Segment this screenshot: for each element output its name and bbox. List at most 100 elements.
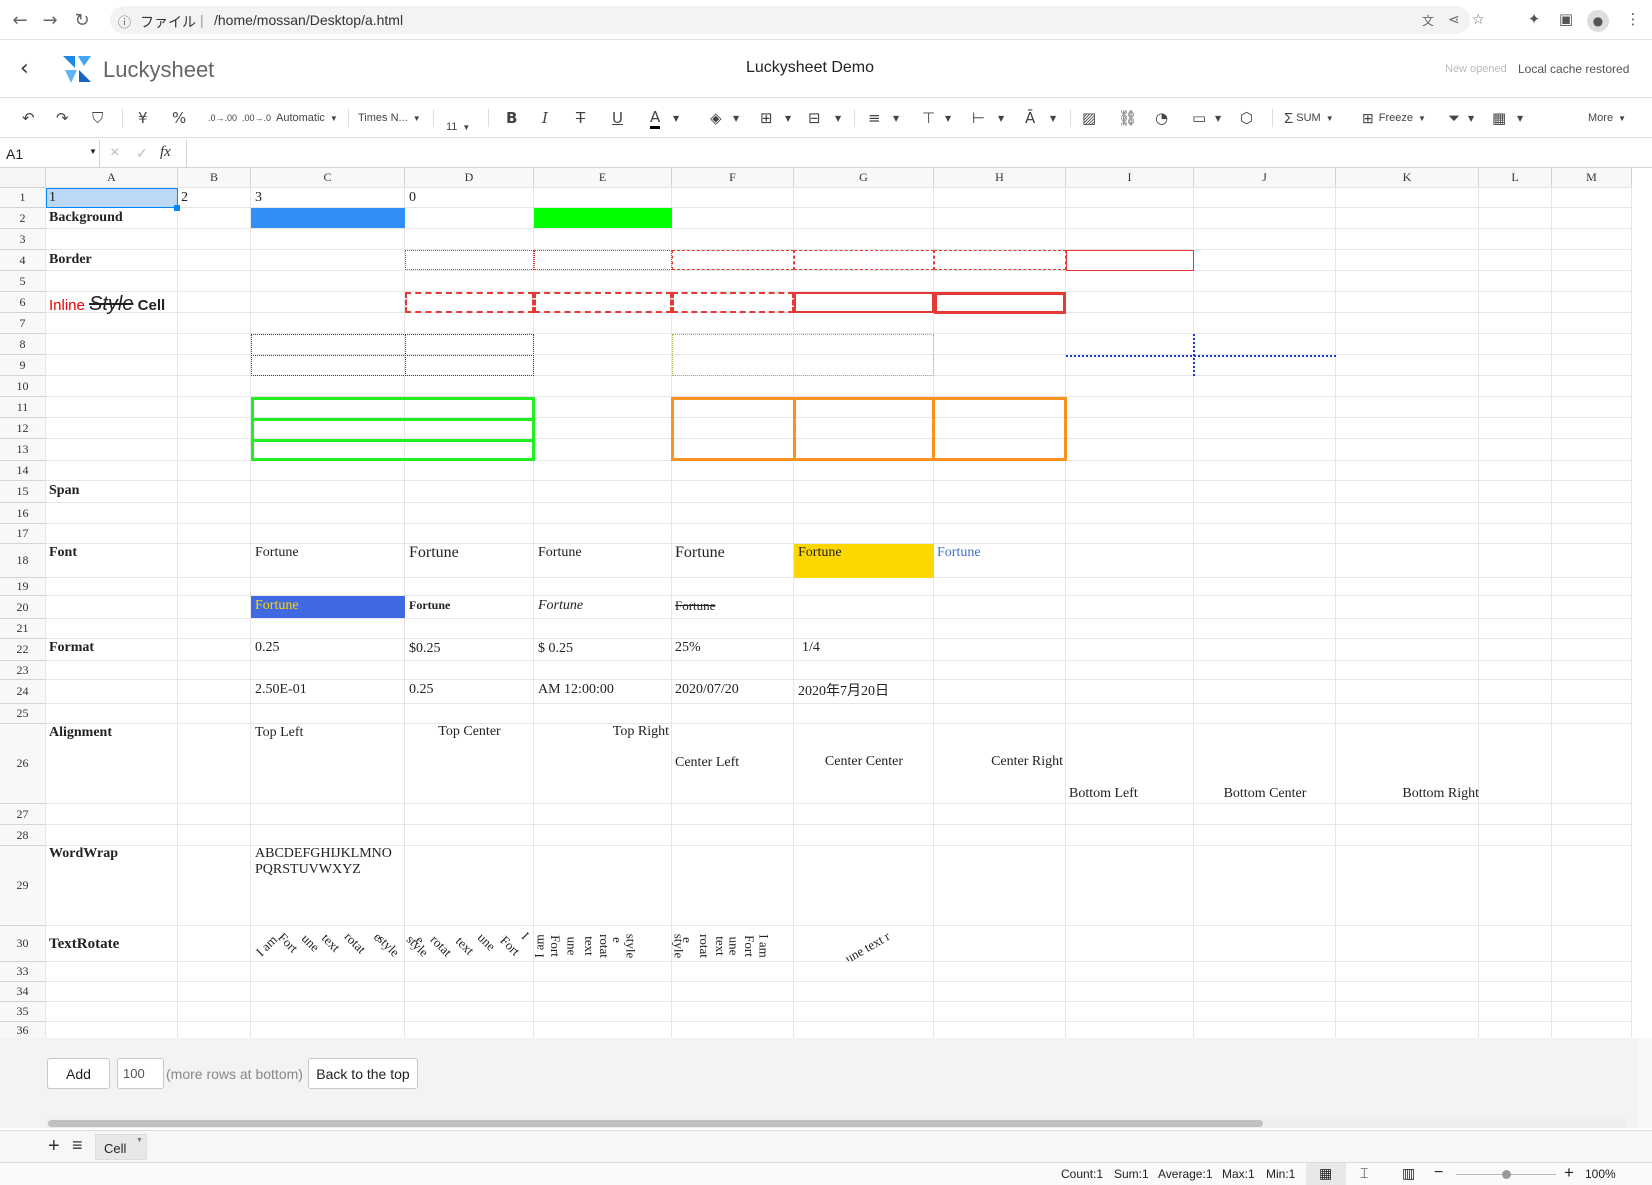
blue-fill-cell[interactable] [251,208,405,228]
row-header-23[interactable]: 23 [0,661,46,680]
chevron-down-icon[interactable]: ▼ [998,107,1004,129]
back-icon[interactable]: ← [8,8,32,32]
col-header-b[interactable]: B [178,168,251,188]
zoom-slider-handle[interactable] [1502,1170,1511,1179]
chevron-down-icon[interactable]: ▼ [1517,107,1523,129]
align-center-left[interactable]: Center Left [675,755,739,771]
strikethrough-icon[interactable]: T [576,107,585,129]
label-font[interactable]: Font [49,545,77,561]
text-rotate-icon[interactable]: Ā [1025,107,1035,129]
rotate-e30[interactable]: I am Fort une text rotat e style [534,927,672,961]
font-e18[interactable]: Fortune [538,545,582,561]
row-header-11[interactable]: 11 [0,397,46,418]
border-dotted[interactable] [405,250,534,270]
col-header-i[interactable]: I [1066,168,1194,188]
screenshot-icon[interactable]: ⬡ [1240,107,1253,129]
col-header-f[interactable]: F [672,168,794,188]
align-center-center[interactable]: Center Center [794,754,934,770]
cancel-icon[interactable]: × [110,144,119,162]
chart-icon[interactable]: ◔ [1155,107,1168,129]
cell-d1[interactable]: 0 [409,190,416,206]
menu-kebab-icon[interactable]: ⋮ [1622,10,1644,32]
back-to-top-button[interactable]: Back to the top [308,1058,418,1089]
border-blue-dash-v[interactable] [1193,334,1195,376]
col-header-a[interactable]: A [46,168,178,188]
number-format-dropdown[interactable]: Automatic ▼ [276,107,338,129]
workbook-title[interactable]: Luckysheet Demo [700,59,920,77]
row-header-34[interactable]: 34 [0,982,46,1002]
filter-icon[interactable]: ⏷ [1448,107,1460,129]
decimal-decrease-icon[interactable]: .00→.0 [242,107,271,129]
row-header-10[interactable]: 10 [0,376,46,397]
redo-icon[interactable]: ↷ [56,107,69,129]
col-header-d[interactable]: D [405,168,534,188]
wrap-line-1[interactable]: ABCDEFGHIJKLMNO [255,846,392,862]
label-alignment[interactable]: Alignment [49,725,112,741]
align-bottom-center[interactable]: Bottom Center [1194,786,1336,802]
col-header-e[interactable]: E [534,168,672,188]
sheet-tab-cell[interactable]: Cell ▼ [95,1134,147,1160]
border-medium-dashed-3[interactable] [672,292,794,313]
chevron-down-icon[interactable]: ▼ [673,107,679,129]
horizontal-scrollbar-thumb[interactable] [48,1120,1263,1127]
cell-c1[interactable]: 3 [255,190,262,206]
freeze-dropdown[interactable]: ⊞ Freeze ▼ [1362,107,1426,129]
conditional-format-icon[interactable]: ▦ [1492,107,1506,129]
col-header-j[interactable]: J [1194,168,1336,188]
page-layout-view-icon[interactable]: ▥ [1402,1165,1415,1182]
row-header-8[interactable]: 8 [0,334,46,355]
align-center-right[interactable]: Center Right [934,754,1063,770]
chevron-down-icon[interactable]: ▼ [733,107,739,129]
border-blue-dash-h[interactable] [1066,355,1336,357]
chevron-down-icon[interactable]: ▼ [893,107,899,129]
text-wrap-icon[interactable]: ⊢ [972,107,985,129]
font-f18[interactable]: Fortune [675,545,725,561]
row-header-28[interactable]: 28 [0,825,46,846]
info-icon[interactable]: ⓘ [118,12,131,31]
row-header-33[interactable]: 33 [0,962,46,982]
decimal-increase-icon[interactable]: .0→.00 [208,107,237,129]
row-header-25[interactable]: 25 [0,704,46,724]
formula-input[interactable] [188,142,1648,165]
row-header-13[interactable]: 13 [0,439,46,461]
font-g18[interactable]: Fortune [798,545,842,561]
extensions-icon[interactable]: ✦ [1523,10,1545,32]
undo-icon[interactable]: ↶ [22,107,35,129]
label-background[interactable]: Background [49,210,123,226]
row-header-4[interactable]: 4 [0,250,46,271]
row-header-6[interactable]: 6 [0,292,46,313]
border-olive-dotted[interactable] [672,334,934,376]
col-header-k[interactable]: K [1336,168,1479,188]
row-header-15[interactable]: 15 [0,481,46,503]
row-header-1[interactable]: 1 [0,188,46,208]
zoom-in-icon[interactable]: + [1564,1163,1574,1183]
row-header-26[interactable]: 26 [0,724,46,804]
border-medium-dashed[interactable] [405,292,534,313]
font-d18[interactable]: Fortune [409,545,459,561]
row-header-24[interactable]: 24 [0,680,46,704]
chevron-down-icon[interactable]: ▼ [835,107,841,129]
cell-b1[interactable]: 2 [181,190,188,206]
sheet-list-icon[interactable]: ≡ [72,1135,83,1156]
font-e20[interactable]: Fortune [538,598,583,614]
share-icon[interactable]: ⋖ [1448,12,1460,28]
chevron-down-icon[interactable]: ▼ [945,107,951,129]
sum-dropdown[interactable]: Σ SUM ▼ [1284,107,1334,129]
row-header-12[interactable]: 12 [0,418,46,439]
row-header-7[interactable]: 7 [0,313,46,334]
row-header-3[interactable]: 3 [0,229,46,250]
row-header-22[interactable]: 22 [0,639,46,661]
add-sheet-icon[interactable]: + [48,1135,60,1158]
row-header-35[interactable]: 35 [0,1002,46,1022]
reload-icon[interactable]: ↻ [70,8,94,32]
row-header-9[interactable]: 9 [0,355,46,376]
vertical-align-icon[interactable]: ⊤ [922,107,935,129]
label-wordwrap[interactable]: WordWrap [49,846,118,862]
address-bar[interactable]: ⓘ ファイル | /home/mossan/Desktop/a.html 文 ⋖… [110,6,1485,34]
row-header-19[interactable]: 19 [0,578,46,596]
border-dashed[interactable] [672,250,794,270]
percent-icon[interactable]: % [172,107,186,129]
fill-color-icon[interactable]: ◈ [710,107,722,129]
chevron-down-icon[interactable]: ▼ [1468,107,1474,129]
row-header-5[interactable]: 5 [0,271,46,292]
